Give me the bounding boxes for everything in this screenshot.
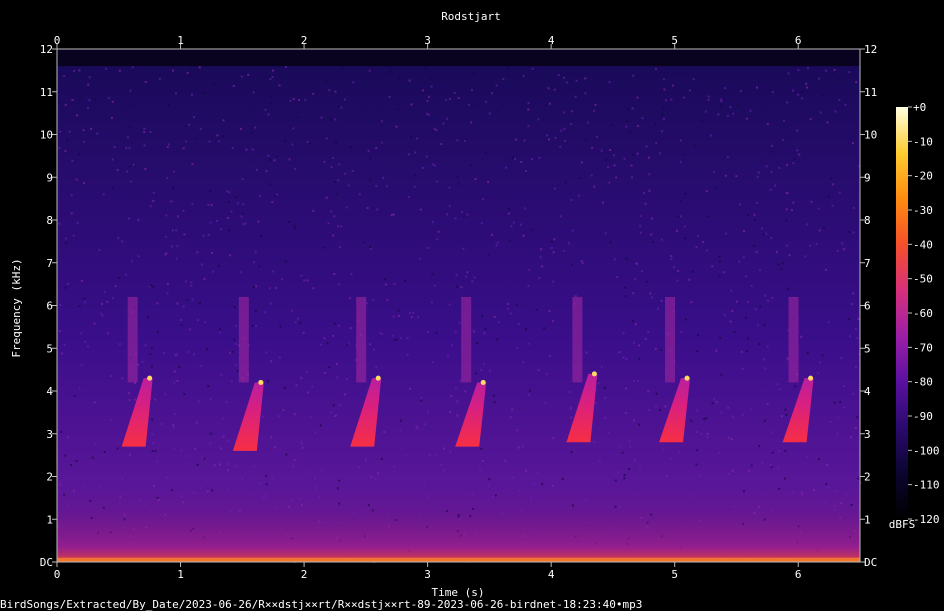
chart-title: Rodstjart [441, 10, 501, 23]
y-tick-label-left: 8 [46, 214, 53, 227]
y-tick-label-left: 12 [40, 43, 53, 56]
y-tick-label-right: 9 [864, 171, 871, 184]
colorbar-label: dBFS [889, 518, 916, 531]
colorbar-tick-label: -70 [913, 341, 933, 354]
song-peak [480, 379, 486, 385]
y-tick-label-left: 2 [46, 471, 53, 484]
y-tick-label-right: 7 [864, 257, 871, 270]
x-tick-label-top: 5 [671, 34, 678, 47]
x-tick-label-bottom: 6 [795, 568, 802, 581]
y-tick-label-right: 2 [864, 471, 871, 484]
y-tick-label-left: 7 [46, 257, 53, 270]
dc-band [57, 557, 860, 562]
y-tick-label-right: 4 [864, 385, 871, 398]
y-tick-label-right: 10 [864, 129, 877, 142]
y-tick-label-left: 4 [46, 385, 53, 398]
y-tick-label-right: DC [864, 556, 877, 569]
song-peak [591, 371, 597, 377]
x-tick-label-top: 6 [795, 34, 802, 47]
y-tick-label-left: 3 [46, 428, 53, 441]
y-tick-label-right: 3 [864, 428, 871, 441]
y-tick-label-right: 8 [864, 214, 871, 227]
colorbar-tick-label: -100 [913, 444, 940, 457]
spectrogram-chart: 00112233445566DC DC1 12 23 34 45 56 67 78 89 910 10… [0, 0, 944, 611]
plot-area [57, 49, 862, 564]
x-tick-label-top: 3 [424, 34, 431, 47]
colorbar-tick-label: -90 [913, 410, 933, 423]
x-tick-label-top: 4 [548, 34, 555, 47]
song-peak [375, 375, 381, 381]
file-path: BirdSongs/Extracted/By_Date/2023-06-26/R… [0, 598, 643, 611]
x-tick-label-bottom: 2 [301, 568, 308, 581]
y-tick-label-left: DC [40, 556, 53, 569]
x-tick-label-top: 2 [301, 34, 308, 47]
low-frequency-band [57, 510, 860, 562]
y-tick-label-left: 9 [46, 171, 53, 184]
colorbar-tick-label: -20 [913, 170, 933, 183]
y-axis-label: Frequency (kHz) [10, 258, 23, 357]
x-tick-label-bottom: 3 [424, 568, 431, 581]
x-tick-label-top: 1 [177, 34, 184, 47]
x-tick-label-bottom: 5 [671, 568, 678, 581]
colorbar-tick-label: -40 [913, 238, 933, 251]
y-tick-label-right: 6 [864, 300, 871, 313]
y-tick-label-right: 1 [864, 513, 871, 526]
y-tick-label-right: 11 [864, 86, 877, 99]
song-peak [684, 375, 690, 381]
colorbar-tick-label: +0 [913, 101, 926, 114]
y-tick-label-left: 10 [40, 129, 53, 142]
colorbar-tick-label: -60 [913, 307, 933, 320]
colorbar-tick-label: -80 [913, 376, 933, 389]
song-peak [147, 375, 153, 381]
y-tick-label-right: 12 [864, 43, 877, 56]
y-tick-label-left: 1 [46, 513, 53, 526]
x-tick-label-bottom: 4 [548, 568, 555, 581]
colorbar-gradient [896, 107, 908, 519]
y-tick-label-right: 5 [864, 342, 871, 355]
colorbar-tick-label: -10 [913, 135, 933, 148]
y-tick-label-left: 6 [46, 300, 53, 313]
song-peak [258, 379, 264, 385]
x-tick-label-top: 0 [54, 34, 61, 47]
song-peak [808, 375, 814, 381]
y-tick-label-left: 5 [46, 342, 53, 355]
colorbar-tick-label: -30 [913, 204, 933, 217]
colorbar-tick-label: -50 [913, 273, 933, 286]
y-tick-label-left: 11 [40, 86, 53, 99]
x-tick-label-bottom: 1 [177, 568, 184, 581]
x-tick-label-bottom: 0 [54, 568, 61, 581]
colorbar-tick-label: -110 [913, 479, 940, 492]
colorbar-tick-label: -120 [913, 513, 940, 526]
